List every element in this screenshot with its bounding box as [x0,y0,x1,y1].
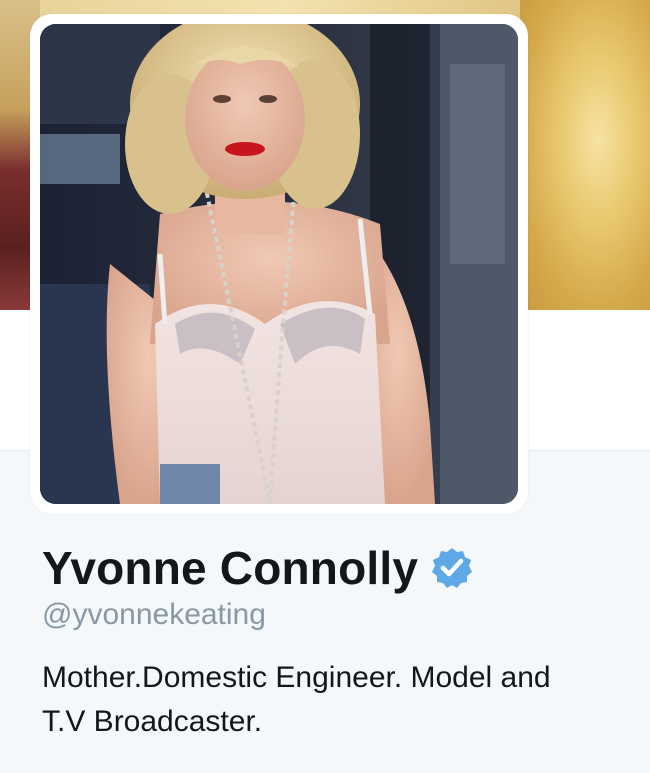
bio-line: T.V Broadcaster. [42,705,263,738]
profile-display-name[interactable]: Yvonne Connolly [42,541,418,595]
profile-page: Yvonne Connolly @yvonnekeating Mother.Do… [0,0,650,773]
verified-badge-svg [432,548,473,588]
profile-bio: Mother.Domestic Engineer. Model and T.V … [42,656,642,744]
banner-right-segment [520,0,650,310]
verified-badge-icon[interactable] [430,546,474,590]
bio-line: Mother.Domestic Engineer. Model and [42,661,551,694]
avatar-frame[interactable] [30,14,528,514]
profile-name-row: Yvonne Connolly [42,538,474,598]
profile-avatar[interactable] [40,24,518,504]
profile-handle[interactable]: @yvonnekeating [42,598,266,632]
avatar-photo [40,24,518,504]
